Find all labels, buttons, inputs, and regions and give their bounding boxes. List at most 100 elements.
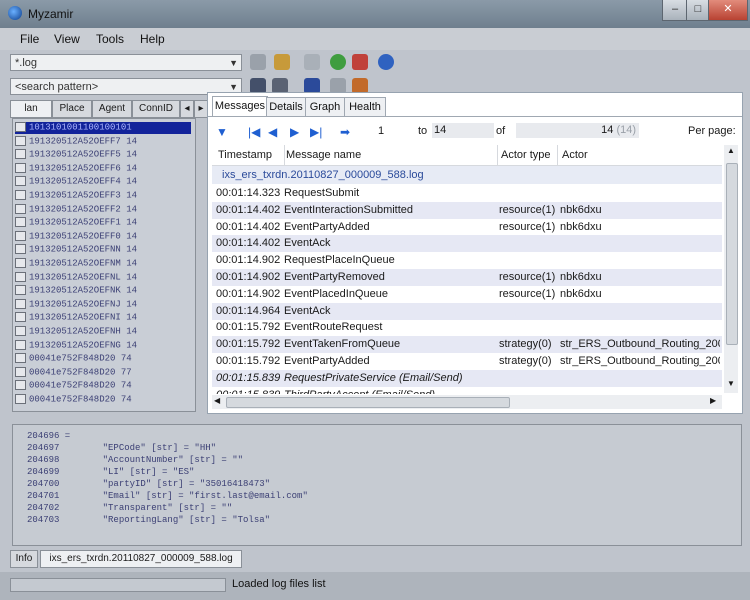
col-message-name[interactable]: Message name [286, 149, 361, 161]
help-icon[interactable] [378, 54, 394, 70]
tab-place[interactable]: Place [52, 100, 92, 118]
go-arrow-icon[interactable]: ➡ [340, 125, 350, 139]
list-item[interactable]: 191320512A52OEFNK 14 [15, 285, 191, 297]
menu-tools[interactable]: Tools [96, 32, 124, 46]
list-item[interactable]: 191320512A52OEFF1 14 [15, 217, 191, 229]
table-row[interactable]: 00:01:14.902 RequestPlaceInQueue [212, 252, 722, 269]
col-separator[interactable] [284, 145, 285, 165]
list-item[interactable]: 191320512A52OEFF2 14 [15, 203, 191, 216]
table-row[interactable]: 00:01:14.323 RequestSubmit [212, 185, 722, 202]
list-item[interactable]: 191320512A52OEFF3 14 [15, 190, 191, 202]
menu-view[interactable]: View [54, 32, 80, 46]
filter-icon[interactable]: ▼ [216, 125, 228, 139]
checkbox[interactable] [15, 380, 26, 391]
checkbox[interactable] [15, 271, 26, 282]
checkbox[interactable] [15, 203, 26, 214]
table-row[interactable]: 00:01:15.792 EventPartyAdded strategy(0) st… [212, 353, 722, 370]
list-item[interactable]: 191320512A52OEFNM 14 [15, 258, 191, 270]
folder-icon[interactable] [274, 54, 290, 70]
scroll-left-icon[interactable]: ◀ [214, 396, 220, 405]
list-item[interactable]: 191320512A52OEFNN 14 [15, 244, 191, 256]
list-item[interactable]: 00041e752F848D20 74 [15, 380, 191, 392]
checkbox[interactable] [15, 353, 26, 364]
tab-scroll-left[interactable]: ◂ [180, 100, 194, 118]
minimize-button[interactable]: – [662, 0, 688, 21]
tab-details[interactable]: Details [266, 97, 306, 116]
list-item[interactable]: 191320512A52OEFF6 14 [15, 162, 191, 175]
checkbox[interactable] [15, 230, 26, 241]
table-row[interactable]: 00:01:14.402 EventPartyAdded resource(1) nb… [212, 219, 722, 236]
list-item[interactable]: 191320512A52OEFNI 14 [15, 312, 191, 324]
horizontal-scrollbar[interactable]: ◀ ▶ [212, 395, 722, 409]
col-actor[interactable]: Actor [562, 149, 588, 161]
checkbox[interactable] [15, 217, 26, 228]
col-separator[interactable] [557, 145, 558, 165]
checkbox[interactable] [15, 190, 26, 200]
refresh-icon[interactable] [330, 54, 346, 70]
checkbox[interactable] [15, 162, 26, 173]
copy-icon[interactable] [250, 54, 266, 70]
list-item[interactable]: 191320512A52OEFNJ 14 [15, 298, 191, 311]
tab-lan[interactable]: lan [10, 100, 52, 118]
scroll-down-icon[interactable]: ▼ [727, 379, 735, 388]
menu-help[interactable]: Help [140, 32, 165, 46]
tab-connid[interactable]: ConnID [132, 100, 180, 118]
tab-graph[interactable]: Graph [305, 97, 345, 116]
page-icon[interactable] [304, 54, 320, 70]
list-item[interactable]: 1013101001100100101 [15, 122, 191, 134]
checkbox[interactable] [15, 258, 26, 268]
checkbox[interactable] [15, 339, 26, 350]
scroll-up-icon[interactable]: ▲ [727, 146, 735, 155]
list-item[interactable]: 191320512A52OEFF0 14 [15, 230, 191, 243]
checkbox[interactable] [15, 298, 26, 309]
list-item[interactable]: 00041e752F848D20 77 [15, 366, 191, 379]
col-timestamp[interactable]: Timestamp [218, 149, 272, 161]
checkbox[interactable] [15, 135, 26, 146]
next-page-icon[interactable]: ▶ [290, 125, 299, 139]
list-item[interactable]: 191320512A52OEFNH 14 [15, 326, 191, 338]
col-actor-type[interactable]: Actor type [501, 149, 551, 161]
list-item[interactable]: 191320512A52OEFF5 14 [15, 149, 191, 161]
table-row[interactable]: 00:01:15.792 EventTakenFromQueue strategy(… [212, 336, 722, 354]
close-button[interactable]: ✕ [708, 0, 748, 21]
checkbox[interactable] [15, 149, 26, 160]
table-row[interactable]: 00:01:14.402 EventAck [212, 235, 722, 253]
tab-agent[interactable]: Agent [92, 100, 132, 118]
first-page-icon[interactable]: |◀ [248, 125, 260, 139]
tab-health[interactable]: Health [344, 97, 386, 116]
group-header-row[interactable]: ixs_ers_txrdn.20110827_000009_588.log [212, 166, 722, 184]
checkbox[interactable] [15, 285, 26, 296]
checkbox[interactable] [15, 366, 26, 377]
file-pattern-combo[interactable]: *.log ▼ [10, 54, 242, 71]
vertical-scroll-thumb[interactable] [726, 163, 738, 345]
list-item[interactable]: 191320512A52OEFF7 14 [15, 135, 191, 148]
table-row[interactable]: 00:01:14.402 EventInteractionSubmitted res… [212, 201, 722, 219]
tab-scroll-right[interactable]: ▸ [194, 100, 208, 118]
checkbox[interactable] [15, 176, 26, 187]
table-row[interactable]: 00:01:14.902 EventPartyRemoved resource(1)… [212, 269, 722, 286]
table-row[interactable]: 00:01:15.839 RequestPrivateService (Email… [212, 369, 722, 387]
previous-page-icon[interactable]: ◀ [268, 125, 277, 139]
list-item[interactable]: 191320512A52OEFNL 14 [15, 271, 191, 284]
list-item[interactable]: 191320512A52OEFNG 14 [15, 339, 191, 352]
col-separator[interactable] [497, 145, 498, 165]
stop-icon[interactable] [352, 54, 368, 70]
vertical-scrollbar[interactable]: ▲ ▼ [724, 145, 738, 393]
checkbox[interactable] [15, 244, 26, 255]
checkbox[interactable] [15, 312, 26, 323]
list-item[interactable]: 00041e752F848D20 74 [15, 353, 191, 365]
maximize-button[interactable]: □ [686, 0, 710, 21]
list-item[interactable]: 191320512A52OEFF4 14 [15, 176, 191, 188]
checkbox[interactable] [15, 326, 26, 336]
checkbox[interactable] [15, 394, 26, 404]
tab-log-file[interactable]: ixs_ers_txrdn.20110827_000009_588.log [40, 550, 242, 568]
table-row[interactable]: 00:01:15.839ThirdPartyAccept (Email/Send… [212, 387, 722, 394]
table-row[interactable]: 00:01:15.792 EventRouteRequest [212, 319, 722, 336]
table-row[interactable]: 00:01:14.964 EventAck [212, 302, 722, 320]
list-item[interactable]: 00041e752F848D20 74 [15, 394, 191, 406]
pager-from[interactable]: 1 [378, 125, 384, 137]
horizontal-scroll-thumb[interactable] [226, 397, 510, 408]
tab-messages[interactable]: Messages [212, 96, 268, 117]
checkbox[interactable] [15, 122, 26, 132]
last-page-icon[interactable]: ▶| [310, 125, 322, 139]
